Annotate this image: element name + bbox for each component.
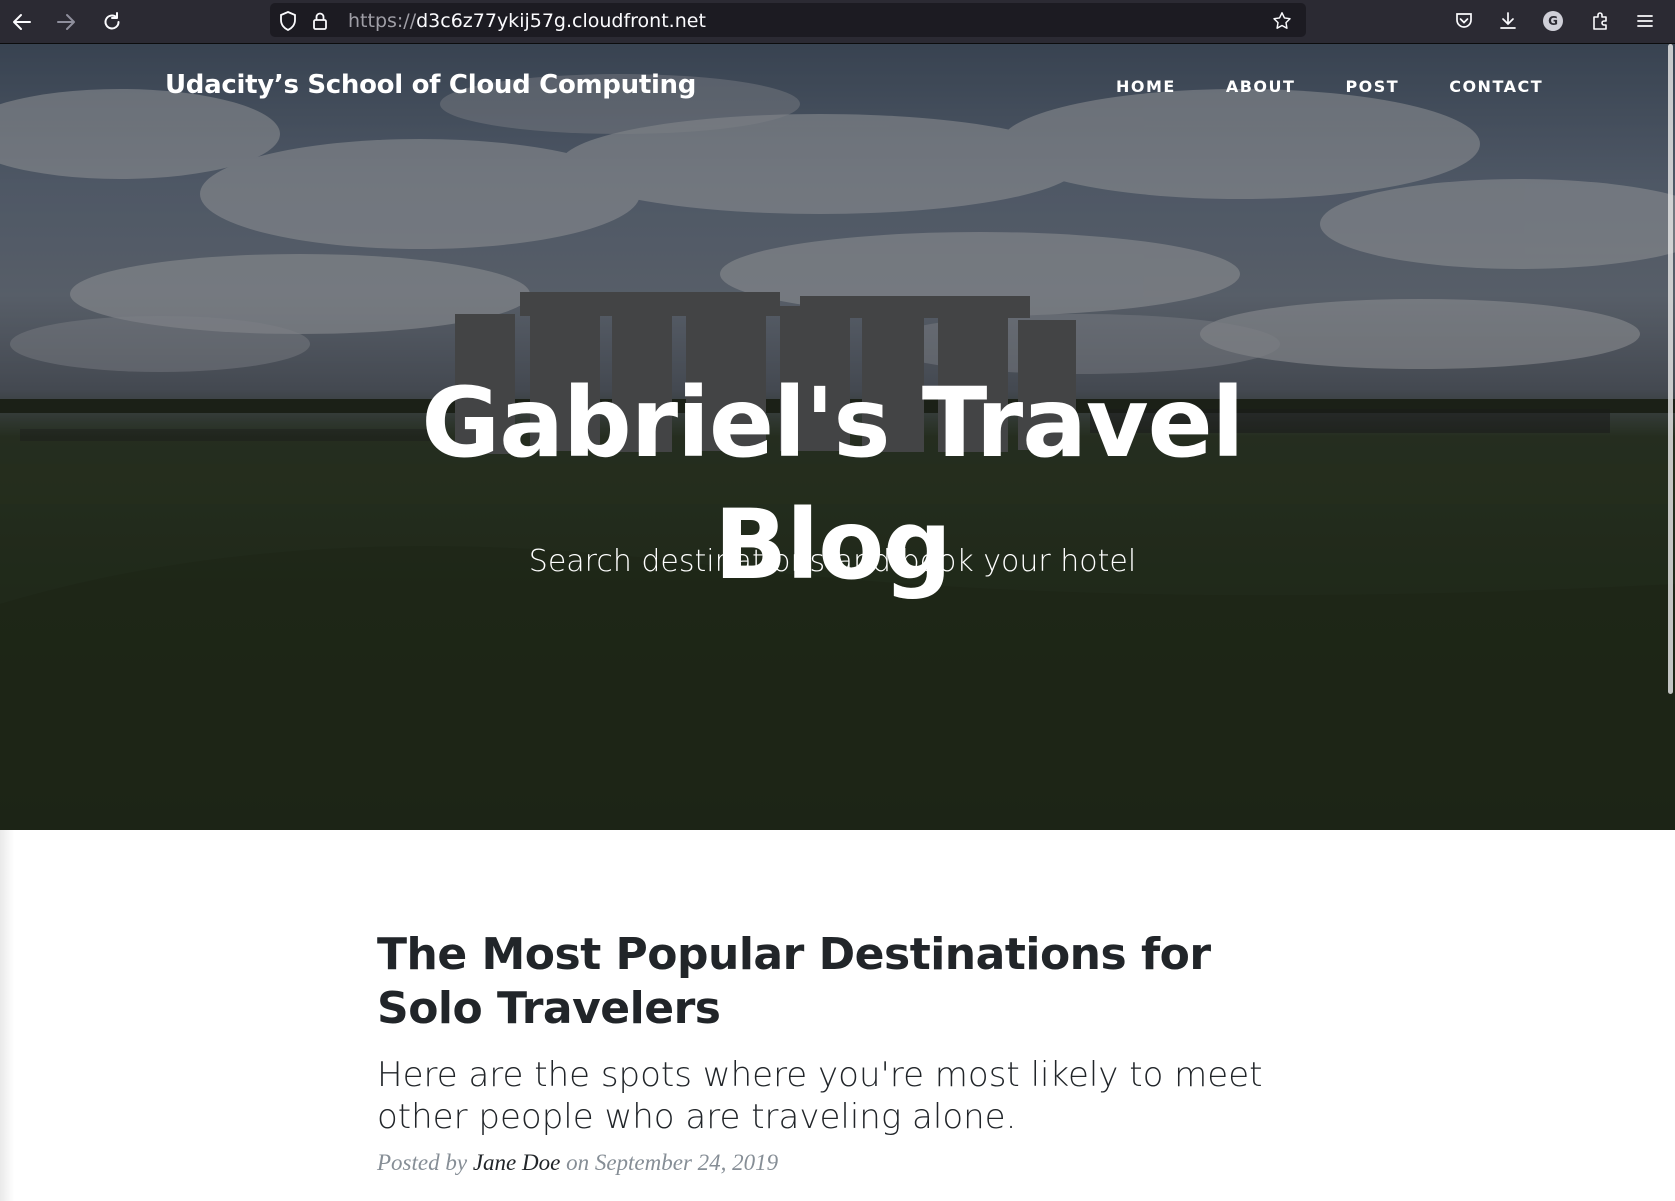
- post-date: September 24, 2019: [594, 1150, 779, 1175]
- nav-link-about[interactable]: ABOUT: [1226, 77, 1296, 96]
- post-meta-on: on: [566, 1150, 590, 1175]
- shield-icon[interactable]: [278, 11, 298, 31]
- hamburger-menu-icon: [1637, 15, 1653, 27]
- site-nav: HOME ABOUT POST CONTACT: [1116, 77, 1543, 96]
- downloads-button[interactable]: [1494, 7, 1522, 35]
- pocket-button[interactable]: [1450, 7, 1478, 35]
- lock-icon[interactable]: [310, 11, 330, 31]
- page-scrollbar[interactable]: [1668, 44, 1673, 694]
- nav-link-post[interactable]: POST: [1345, 77, 1399, 96]
- url-text[interactable]: https://d3c6z77ykij57g.cloudfront.net: [348, 10, 706, 32]
- back-button[interactable]: [6, 6, 38, 38]
- url-bar[interactable]: https://d3c6z77ykij57g.cloudfront.net: [270, 3, 1306, 37]
- forward-arrow-icon: [57, 14, 75, 30]
- browser-toolbar: https://d3c6z77ykij57g.cloudfront.net G: [0, 0, 1675, 44]
- profile-avatar: G: [1543, 11, 1563, 31]
- extensions-button[interactable]: [1586, 7, 1614, 35]
- reload-button[interactable]: [96, 6, 128, 38]
- post-title[interactable]: The Most Popular Destinations for Solo T…: [377, 928, 1317, 1036]
- puzzle-icon: [1593, 12, 1607, 30]
- post-preview[interactable]: The Most Popular Destinations for Solo T…: [377, 928, 1317, 1199]
- forward-button[interactable]: [50, 6, 82, 38]
- reload-icon: [104, 12, 120, 30]
- post-meta: Posted by Jane Doe on September 24, 2019: [377, 1150, 1317, 1176]
- url-host: d3c6z77ykij57g.cloudfront.net: [416, 10, 706, 32]
- post-subtitle[interactable]: Here are the spots where you're most lik…: [377, 1054, 1317, 1138]
- url-scheme: https://: [348, 10, 417, 32]
- download-icon: [1500, 12, 1516, 29]
- post-author-link[interactable]: Jane Doe: [473, 1150, 561, 1175]
- star-icon[interactable]: [1272, 11, 1292, 31]
- hero-subtitle: Search destinations and book your hotel: [528, 544, 1137, 579]
- post-meta-prefix: Posted by: [377, 1150, 468, 1175]
- nav-link-home[interactable]: HOME: [1116, 77, 1176, 96]
- back-arrow-icon: [13, 14, 31, 30]
- nav-link-contact[interactable]: CONTACT: [1449, 77, 1543, 96]
- account-button[interactable]: G: [1539, 7, 1567, 35]
- left-edge-shadow: [0, 830, 14, 1201]
- pocket-icon: [1456, 13, 1472, 28]
- app-menu-button[interactable]: [1631, 7, 1659, 35]
- site-brand-link[interactable]: Udacity’s School of Cloud Computing: [165, 70, 696, 100]
- hero-header: Udacity’s School of Cloud Computing HOME…: [0, 44, 1675, 830]
